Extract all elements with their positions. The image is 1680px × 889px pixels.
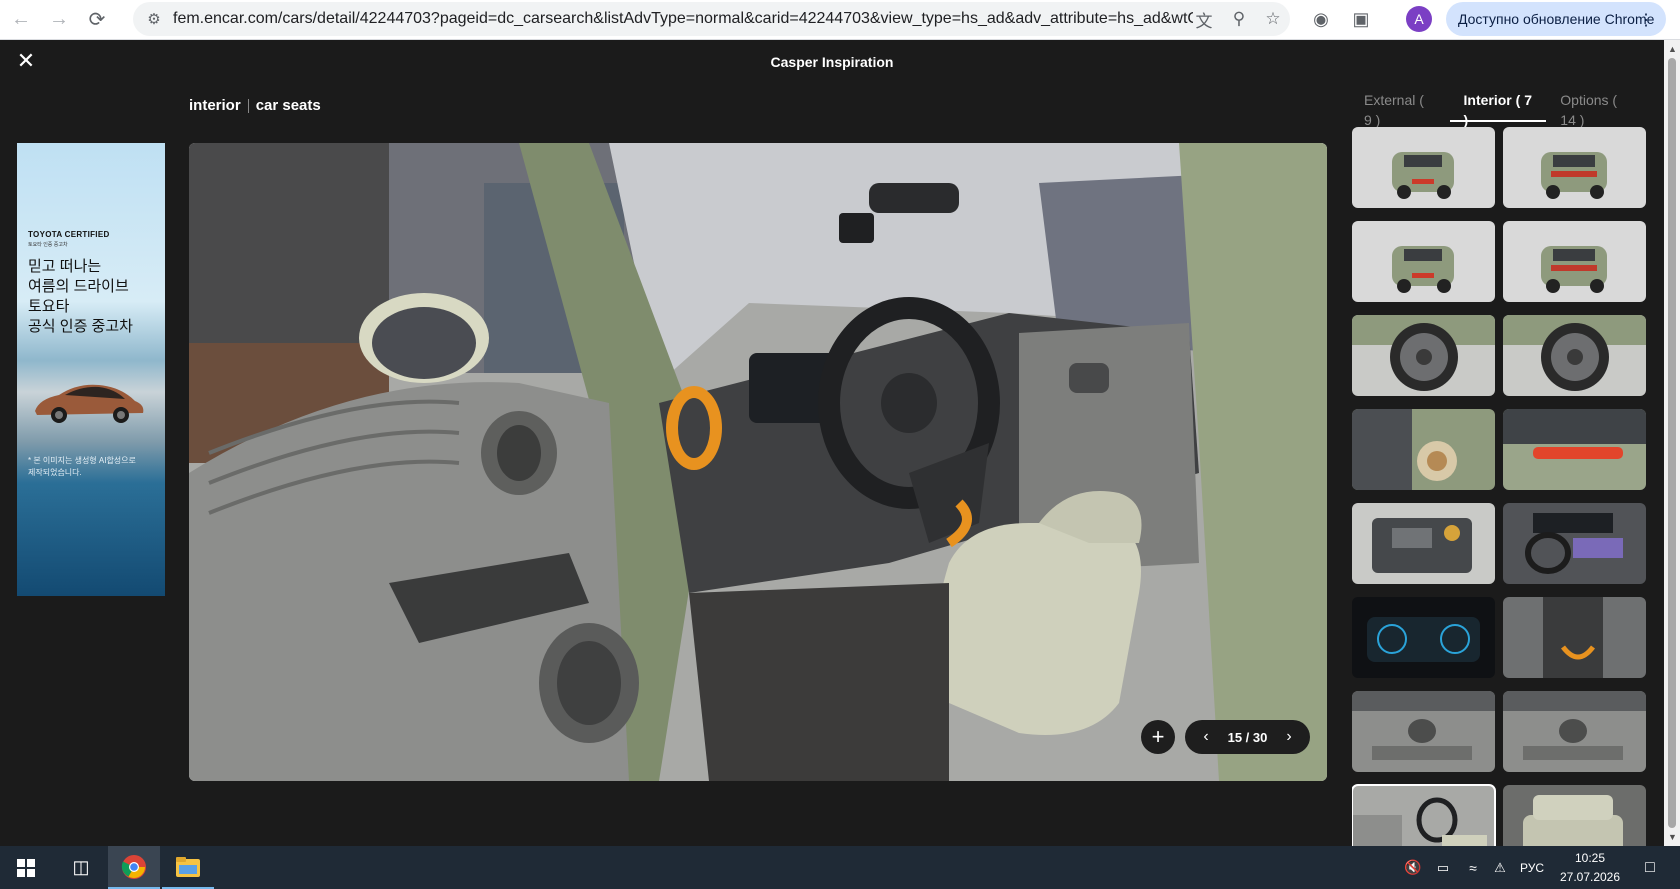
photo-caption: interior car seats bbox=[189, 97, 321, 114]
extension-globe-icon[interactable]: ◉ bbox=[1306, 4, 1336, 34]
thumbnail-headlight[interactable] bbox=[1352, 409, 1495, 490]
thumbnail-console[interactable] bbox=[1503, 597, 1646, 678]
site-info-icon[interactable]: ⚙ bbox=[139, 4, 169, 34]
file-explorer-icon[interactable] bbox=[162, 846, 214, 889]
thumbnail-car-front[interactable] bbox=[1352, 221, 1495, 302]
input-language[interactable]: РУС bbox=[1512, 861, 1552, 875]
translate-icon[interactable]: 文 bbox=[1191, 6, 1217, 32]
notifications-icon[interactable]: □ bbox=[1630, 846, 1670, 889]
back-icon[interactable]: ← bbox=[4, 3, 38, 37]
thumbnail-image bbox=[1503, 503, 1646, 584]
tab-interior[interactable]: Interior ( 7 ) bbox=[1449, 90, 1547, 128]
car-interior-image bbox=[189, 143, 1327, 781]
photo-counter: 15 / 30 bbox=[1227, 729, 1268, 745]
profile-avatar[interactable]: A bbox=[1406, 6, 1432, 32]
thumbnail-image bbox=[1352, 785, 1495, 846]
tab-options[interactable]: Options ( 14 ) bbox=[1546, 90, 1650, 128]
chrome-taskbar-icon[interactable] bbox=[108, 846, 160, 889]
caption-item: car seats bbox=[255, 97, 321, 114]
thumbnail-image bbox=[1352, 315, 1495, 396]
next-photo-icon[interactable]: › bbox=[1280, 728, 1298, 746]
thumbnail-car-front[interactable] bbox=[1352, 127, 1495, 208]
network-icon[interactable]: ≈ bbox=[1458, 846, 1488, 889]
zoom-in-button[interactable]: + bbox=[1141, 720, 1175, 754]
extensions-puzzle-icon[interactable]: ▣ bbox=[1346, 4, 1376, 34]
thumbnail-seat-selected[interactable] bbox=[1352, 784, 1496, 846]
thumbnail-car-rear[interactable] bbox=[1503, 221, 1646, 302]
windows-start-icon[interactable] bbox=[0, 846, 52, 889]
scrollbar-thumb[interactable] bbox=[1668, 58, 1676, 828]
scroll-up-icon[interactable]: ▲ bbox=[1668, 44, 1677, 54]
thumbnail-dashboard[interactable] bbox=[1503, 503, 1646, 584]
star-icon[interactable]: ☆ bbox=[1260, 6, 1286, 32]
security-alert-icon[interactable]: ⚠ bbox=[1486, 846, 1514, 889]
ad-brand: TOYOTA CERTIFIED bbox=[28, 230, 110, 239]
thumbnail-cluster[interactable] bbox=[1352, 597, 1495, 678]
main-photo[interactable] bbox=[189, 143, 1327, 781]
thumbnail-image bbox=[1352, 127, 1495, 208]
thumbnail-image bbox=[1503, 597, 1646, 678]
ad-brand-sub: 토요타 인증 중고차 bbox=[28, 242, 68, 248]
reload-icon[interactable]: ⟳ bbox=[80, 3, 114, 37]
browser-toolbar: ← → ⟳ ⚙ fem.encar.com/cars/detail/422447… bbox=[0, 0, 1680, 40]
volume-muted-icon[interactable]: 🔇 bbox=[1398, 846, 1428, 889]
url-text[interactable]: fem.encar.com/cars/detail/42244703?pagei… bbox=[173, 10, 1193, 28]
forward-icon[interactable]: → bbox=[42, 3, 76, 37]
clock-time[interactable]: 10:25 bbox=[1550, 851, 1630, 865]
chrome-update-label: Доступно обновление Chrome bbox=[1458, 11, 1655, 27]
windows-taskbar: ◫ 🔇 ▭ ≈ ⚠ РУС 10:25 27.07.2026 □ bbox=[0, 846, 1680, 889]
caption-category: interior bbox=[189, 97, 241, 114]
photo-pager: ‹ 15 / 30 › bbox=[1185, 720, 1310, 754]
thumbnail-engine[interactable] bbox=[1352, 503, 1495, 584]
thumbnail-image bbox=[1352, 691, 1495, 772]
thumbnail-image bbox=[1352, 597, 1495, 678]
tab-external[interactable]: External ( 9 ) bbox=[1350, 90, 1450, 128]
ad-slogan: 믿고 떠나는 여름의 드라이브 토요타 공식 인증 중고차 bbox=[28, 258, 133, 335]
thumbnail-image bbox=[1352, 409, 1495, 490]
thumbnail-image bbox=[1503, 315, 1646, 396]
task-view-icon[interactable]: ◫ bbox=[56, 846, 106, 889]
clock-date[interactable]: 27.07.2026 bbox=[1550, 870, 1630, 884]
photo-viewer: ✕ Casper Inspiration interior car seats … bbox=[0, 40, 1664, 846]
photo-category-tabs: External ( 9 ) Interior ( 7 ) Options ( … bbox=[1350, 90, 1650, 128]
scroll-down-icon[interactable]: ▼ bbox=[1668, 832, 1677, 842]
thumbnail-door[interactable] bbox=[1503, 691, 1646, 772]
page-scrollbar[interactable]: ▲ ▼ bbox=[1664, 40, 1680, 846]
thumbnail-image bbox=[1503, 409, 1646, 490]
battery-icon[interactable]: ▭ bbox=[1428, 846, 1458, 889]
ad-banner[interactable]: TOYOTA CERTIFIED 토요타 인증 중고차 믿고 떠나는 여름의 드… bbox=[17, 143, 165, 596]
car-title: Casper Inspiration bbox=[770, 54, 894, 70]
thumbnail-grid bbox=[1352, 127, 1648, 846]
thumbnail-rear-seat[interactable] bbox=[1503, 785, 1646, 846]
address-bar[interactable]: ⚙ fem.encar.com/cars/detail/42244703?pag… bbox=[133, 2, 1290, 36]
thumbnail-image bbox=[1503, 691, 1646, 772]
ad-note: * 본 이미지는 생성형 AI합성으로 제작되었습니다. bbox=[28, 456, 136, 477]
thumbnail-image bbox=[1503, 785, 1646, 846]
thumbnail-wheel[interactable] bbox=[1352, 315, 1495, 396]
thumbnail-taillight[interactable] bbox=[1503, 409, 1646, 490]
thumbnail-wheel[interactable] bbox=[1503, 315, 1646, 396]
thumbnail-image bbox=[1352, 503, 1495, 584]
thumbnail-image bbox=[1352, 221, 1495, 302]
thumbnail-door[interactable] bbox=[1352, 691, 1495, 772]
thumbnail-image bbox=[1503, 221, 1646, 302]
chrome-update-button[interactable]: Доступно обновление Chrome ⋮ bbox=[1446, 2, 1666, 36]
zoom-icon[interactable]: ⚲ bbox=[1226, 6, 1252, 32]
menu-dots-icon[interactable]: ⋮ bbox=[1638, 10, 1654, 30]
thumbnail-car-rear[interactable] bbox=[1503, 127, 1646, 208]
caption-divider bbox=[247, 98, 249, 113]
prev-photo-icon[interactable]: ‹ bbox=[1197, 728, 1215, 746]
thumbnail-image bbox=[1503, 127, 1646, 208]
ad-car-image bbox=[35, 384, 144, 423]
